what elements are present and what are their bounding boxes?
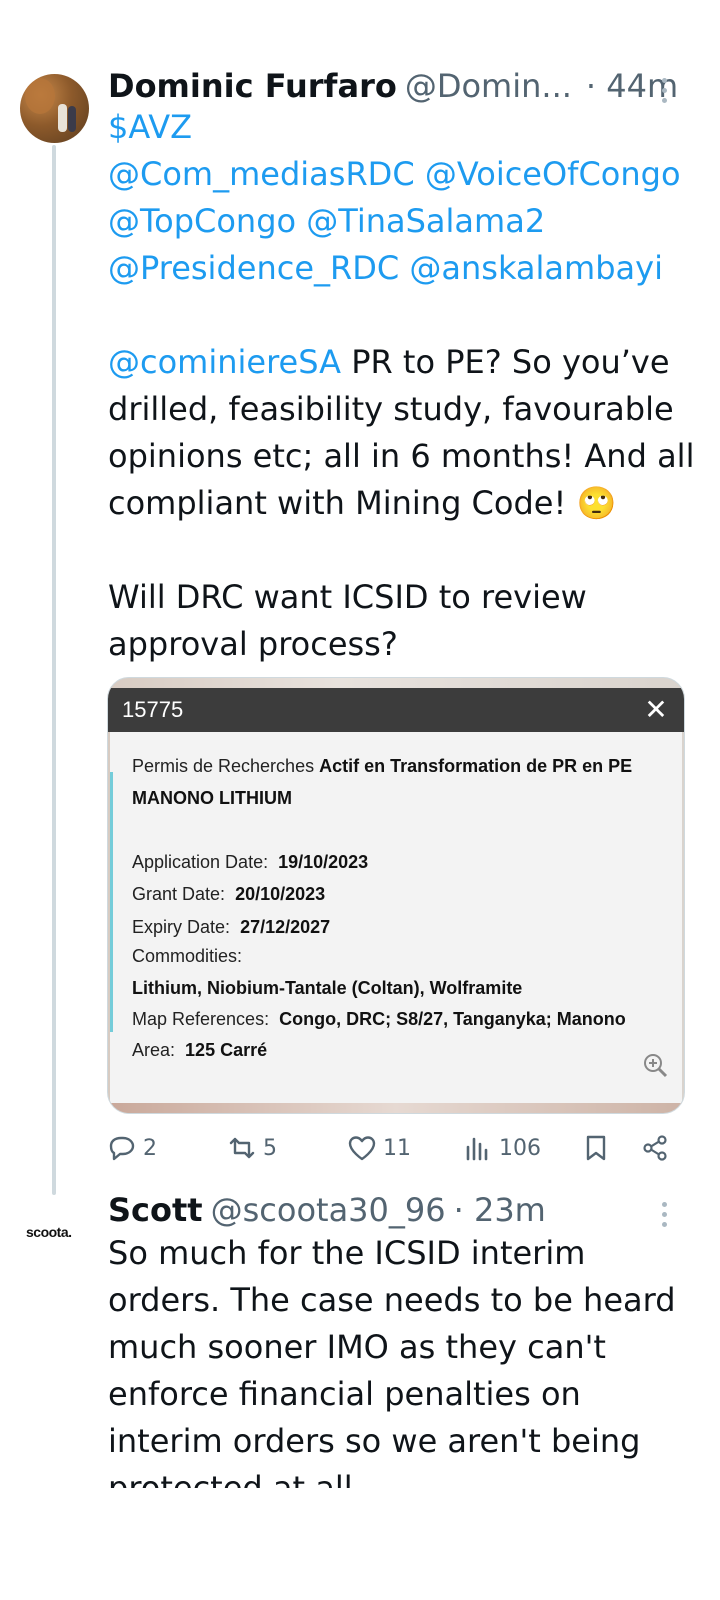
reply-mention-link[interactable]: @cominiereSA	[108, 343, 341, 381]
popup-titlebar: 15775 ✕	[108, 688, 684, 732]
mention-links[interactable]: @TopCongo @TinaSalama2	[108, 202, 545, 240]
views-button[interactable]: 106	[463, 1128, 541, 1168]
attached-image[interactable]: 15775 ✕ Permis de Recherches Actif en Tr…	[107, 677, 685, 1114]
grant-date-row: Grant Date: 20/10/2023	[132, 884, 326, 904]
author-handle[interactable]: @scoota30_96	[211, 1191, 446, 1229]
zoom-icon	[644, 1054, 668, 1078]
action-bar: 2 5 11 106	[107, 1128, 687, 1168]
like-button[interactable]: 11	[347, 1128, 411, 1168]
tweet-body: PR to PE? So you’ve drilled, feasibility…	[108, 343, 695, 663]
views-count: 106	[499, 1135, 541, 1161]
tweet-header: Scott @scoota30_96 · 23m	[108, 1188, 708, 1232]
permit-name: MANONO LITHIUM	[132, 788, 292, 808]
permit-type-row: Permis de Recherches Actif en Transforma…	[132, 756, 633, 776]
expiry-date-row: Expiry Date: 27/12/2027	[132, 917, 331, 937]
timestamp[interactable]: · 23m	[454, 1191, 546, 1229]
like-count: 11	[383, 1135, 411, 1161]
reply-count: 2	[143, 1135, 157, 1161]
views-icon	[466, 1137, 488, 1161]
avatar[interactable]	[20, 74, 89, 143]
reply-icon	[109, 1136, 135, 1161]
bookmark-icon	[586, 1135, 606, 1161]
retweet-count: 5	[263, 1135, 277, 1161]
tweet-header: Dominic Furfaro @Domin... · 44m	[108, 64, 708, 108]
close-icon: ✕	[644, 694, 668, 725]
more-icon[interactable]	[660, 78, 668, 106]
author-handle[interactable]: @Domin...	[405, 67, 572, 105]
bookmark-button[interactable]	[581, 1128, 611, 1168]
commodities-value: Lithium, Niobium-Tantale (Coltan), Wolfr…	[132, 978, 523, 998]
like-icon	[348, 1136, 376, 1161]
map-references-row: Map References: Congo, DRC; S8/27, Tanga…	[132, 1009, 626, 1029]
permit-panel: Permis de Recherches Actif en Transforma…	[110, 732, 682, 1104]
cashtag-link[interactable]: $AVZ	[108, 108, 192, 146]
thread-line	[52, 145, 56, 1195]
more-icon[interactable]	[660, 1202, 668, 1230]
area-row: Area: 125 Carré	[132, 1040, 268, 1060]
author-name[interactable]: Scott	[108, 1191, 203, 1229]
mention-links[interactable]: @Com_mediasRDC @VoiceOfCongo	[108, 155, 681, 193]
avatar[interactable]: scoota.	[26, 1224, 86, 1248]
permit-id: 15775	[122, 697, 184, 722]
application-date-row: Application Date: 19/10/2023	[132, 852, 369, 872]
mention-links[interactable]: @Presidence_RDC @anskalambayi	[108, 249, 663, 287]
author-name[interactable]: Dominic Furfaro	[108, 67, 397, 105]
retweet-icon	[229, 1137, 255, 1159]
tweet-text: So much for the ICSID interim orders. Th…	[108, 1234, 686, 1488]
share-button[interactable]	[640, 1128, 670, 1168]
commodities-label: Commodities:	[132, 946, 243, 966]
retweet-button[interactable]: 5	[227, 1128, 277, 1168]
reply-button[interactable]: 2	[107, 1128, 157, 1168]
share-icon	[643, 1135, 667, 1161]
tweet-text: $AVZ @Com_mediasRDC @VoiceOfCongo @TopCo…	[108, 104, 698, 668]
